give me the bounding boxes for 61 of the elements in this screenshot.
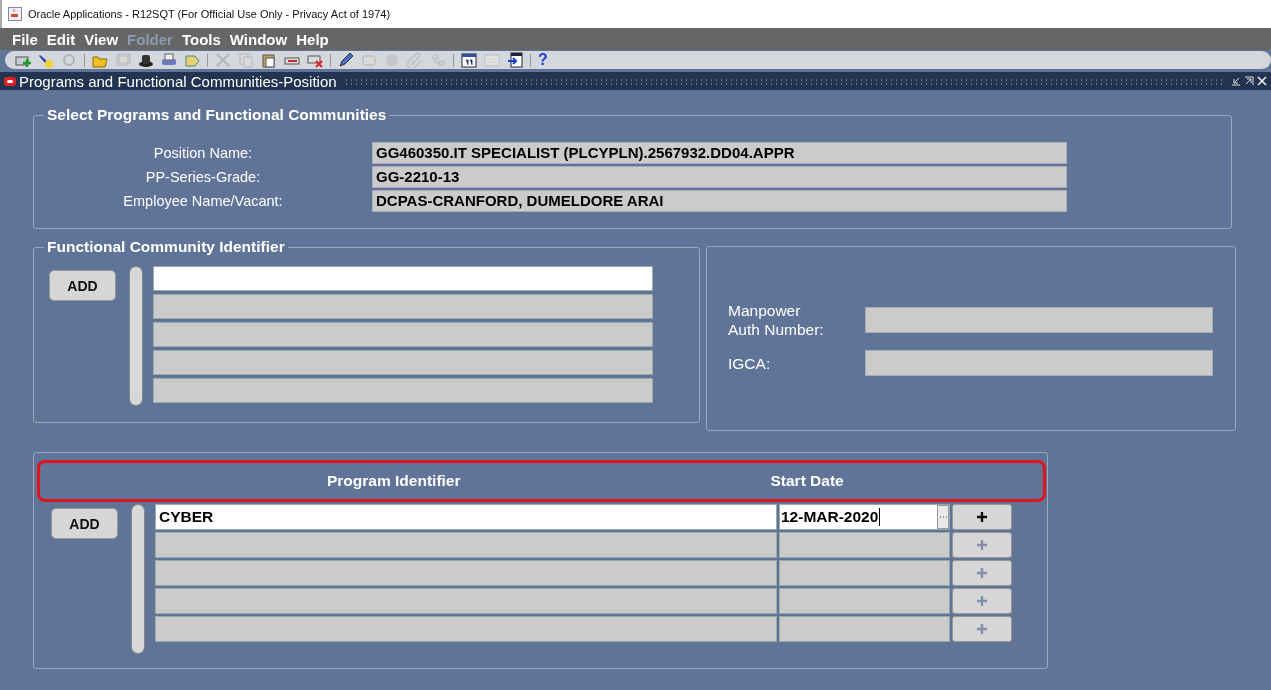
menu-item[interactable]: Window	[229, 30, 288, 48]
oval-icon	[4, 76, 16, 86]
field-label: Position Name:	[152, 144, 254, 163]
column-header: Start Date	[770, 472, 844, 490]
menu-item[interactable]: File	[12, 30, 38, 48]
date-field[interactable]	[779, 588, 950, 614]
text-field[interactable]: CYBER	[155, 504, 777, 530]
minimize-icon[interactable]	[1231, 76, 1241, 86]
tag-icon[interactable]	[184, 52, 200, 68]
add-row-button[interactable]	[952, 504, 1012, 530]
date-field[interactable]: 12-MAR-2020	[779, 504, 950, 530]
group-title: Select Programs and Functional Communities	[46, 106, 388, 124]
text-field[interactable]	[865, 307, 1213, 333]
plus-icon	[976, 511, 988, 523]
menu-item[interactable]: View	[84, 30, 119, 48]
plus-icon	[976, 539, 988, 551]
pencil-icon[interactable]	[338, 52, 354, 68]
text-field[interactable]: GG-2210-13	[372, 166, 1067, 188]
plus-icon	[976, 595, 988, 607]
add-button[interactable]: ADD	[51, 508, 118, 539]
plus-icon	[976, 567, 988, 579]
menu-item[interactable]: Tools	[181, 30, 221, 48]
field-label: PP-Series-Grade:	[144, 168, 262, 187]
group-title: Functional Community Identifier	[46, 238, 286, 256]
scrollbar[interactable]	[129, 266, 143, 406]
field-label: IGCA:	[728, 353, 772, 373]
date-field[interactable]	[779, 532, 950, 558]
help-button[interactable]: ?	[538, 51, 548, 69]
form-title: Programs and Functional Communities-Position	[19, 72, 337, 90]
text-field[interactable]	[153, 294, 653, 319]
date-field[interactable]	[779, 560, 950, 586]
flashlight-icon[interactable]	[38, 52, 54, 68]
plus-icon	[976, 623, 988, 635]
field-label: Employee Name/Vacant:	[122, 192, 284, 211]
text-field[interactable]	[153, 378, 653, 403]
text-field[interactable]	[155, 616, 777, 642]
text-field[interactable]	[865, 350, 1213, 376]
calendar-icon[interactable]	[461, 52, 477, 68]
field-label: Manpower Auth Number:	[728, 301, 825, 339]
text-field[interactable]	[153, 266, 653, 291]
text-field[interactable]	[155, 560, 777, 586]
text-field[interactable]: DCPAS-CRANFORD, DUMELDORE ARAI	[372, 190, 1067, 212]
printer-icon[interactable]	[161, 52, 177, 68]
add-button[interactable]: ADD	[49, 270, 116, 301]
text-field[interactable]	[153, 350, 653, 375]
ellipsis-icon[interactable]	[937, 505, 949, 529]
delete-icon[interactable]	[307, 52, 323, 68]
text-field[interactable]	[155, 588, 777, 614]
text-field[interactable]: GG460350.IT SPECIALIST (PLCYPLN).2567932.DD04.APPR	[372, 142, 1067, 164]
scrollbar[interactable]	[131, 504, 145, 654]
date-field[interactable]	[779, 616, 950, 642]
menu-item[interactable]: Edit	[46, 30, 76, 48]
text-field[interactable]	[155, 532, 777, 558]
text-field[interactable]	[153, 322, 653, 347]
menu-item[interactable]: Help	[296, 30, 329, 48]
hat-icon[interactable]	[138, 52, 154, 68]
column-header: Program Identifier	[327, 472, 461, 490]
close-icon[interactable]	[1257, 76, 1267, 86]
maximize-icon[interactable]	[1244, 76, 1254, 86]
clipboard-icon[interactable]	[261, 52, 277, 68]
window-title: Oracle Applications - R12SQT (For Official Use Only - Privacy Act of 1974)	[28, 8, 391, 20]
